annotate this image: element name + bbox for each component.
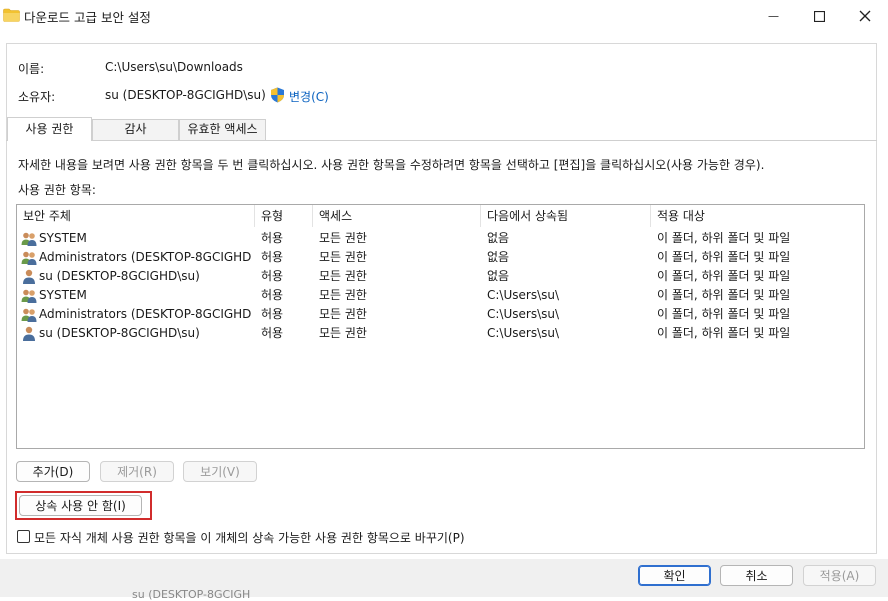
permission-entry-row[interactable]: SYSTEM 허용 모든 권한 C:\Users\su\ 이 폴더, 하위 폴더 및 파…	[17, 286, 864, 305]
owner-value: su (DESKTOP-8GCIGHD\su)	[105, 88, 266, 102]
row-applies-to: 이 폴더, 하위 폴더 및 파일	[657, 250, 791, 264]
replace-child-permissions-label[interactable]: 모든 자식 개체 사용 권한 항목을 이 개체의 상속 가능한 사용 권한 항목…	[34, 529, 465, 546]
user-icon	[23, 269, 35, 284]
column-header-access[interactable]: 액세스	[313, 205, 481, 227]
name-value[interactable]: C:\Users\su\Downloads	[105, 60, 243, 74]
row-principal: su (DESKTOP-8GCIGHD\su)	[39, 326, 200, 340]
info-text: 자세한 내용을 보려면 사용 권한 항목을 두 번 클릭하십시오. 사용 권한 …	[18, 158, 765, 172]
tab-auditing[interactable]: 감사	[92, 119, 179, 140]
row-principal: Administrators (DESKTOP-8GCIGHD\...	[39, 307, 251, 321]
background-window-text: su (DESKTOP-8GCIGH	[132, 588, 251, 601]
row-access: 모든 권한	[319, 288, 367, 302]
group-users-icon	[21, 232, 37, 246]
change-owner-link[interactable]: 변경(C)	[289, 88, 329, 105]
tab-effective-access[interactable]: 유효한 액세스	[179, 119, 266, 140]
row-inherited-from: 없음	[487, 231, 510, 245]
row-applies-to: 이 폴더, 하위 폴더 및 파일	[657, 307, 791, 321]
permission-entry-row[interactable]: su (DESKTOP-8GCIGHD\su) 허용 모든 권한 없음 이 폴더, 하위…	[17, 267, 864, 286]
permission-entry-row[interactable]: su (DESKTOP-8GCIGHD\su) 허용 모든 권한 C:\Users\s…	[17, 324, 864, 343]
disable-inheritance-button[interactable]: 상속 사용 안 함(I)	[19, 495, 142, 516]
maximize-button[interactable]	[796, 0, 842, 32]
row-inherited-from: C:\Users\su\	[487, 288, 560, 302]
permission-entry-row[interactable]: Administrators (DESKTOP-8GCIGHD\... 허용 모든 …	[17, 248, 864, 267]
row-type: 허용	[261, 231, 284, 245]
column-header-type[interactable]: 유형	[255, 205, 313, 227]
permission-entry-row[interactable]: Administrators (DESKTOP-8GCIGHD\... 허용 모든 …	[17, 305, 864, 324]
permission-entries-label: 사용 권한 항목:	[18, 183, 96, 197]
row-principal: SYSTEM	[39, 288, 87, 302]
row-principal: SYSTEM	[39, 231, 87, 245]
row-principal: su (DESKTOP-8GCIGHD\su)	[39, 269, 200, 283]
row-type: 허용	[261, 269, 284, 283]
minimize-icon	[768, 15, 778, 17]
permission-entries-list[interactable]: 보안 주체 유형 액세스 다음에서 상속됨 적용 대상 SYSTEM 허용 모든 권…	[16, 204, 865, 449]
row-applies-to: 이 폴더, 하위 폴더 및 파일	[657, 231, 791, 245]
row-inherited-from: C:\Users\su\	[487, 307, 560, 321]
close-icon	[859, 10, 871, 22]
uac-shield-icon	[271, 87, 284, 103]
row-access: 모든 권한	[319, 250, 367, 264]
row-type: 허용	[261, 307, 284, 321]
column-header-principal[interactable]: 보안 주체	[17, 205, 255, 227]
apply-button[interactable]: 적용(A)	[803, 565, 876, 586]
row-principal: Administrators (DESKTOP-8GCIGHD\...	[39, 250, 251, 264]
cancel-button[interactable]: 취소	[720, 565, 793, 586]
row-applies-to: 이 폴더, 하위 폴더 및 파일	[657, 326, 791, 340]
row-access: 모든 권한	[319, 231, 367, 245]
column-header-applies-to[interactable]: 적용 대상	[651, 205, 864, 227]
add-button[interactable]: 추가(D)	[16, 461, 90, 482]
group-users-icon	[21, 289, 37, 303]
title-bar[interactable]: 다운로드 고급 보안 설정	[0, 0, 888, 32]
remove-button[interactable]: 제거(R)	[100, 461, 174, 482]
row-access: 모든 권한	[319, 307, 367, 321]
tab-divider	[6, 140, 877, 141]
name-label: 이름:	[18, 62, 45, 76]
close-button[interactable]	[842, 0, 888, 32]
row-applies-to: 이 폴더, 하위 폴더 및 파일	[657, 288, 791, 302]
owner-label: 소유자:	[18, 90, 56, 104]
row-type: 허용	[261, 288, 284, 302]
row-type: 허용	[261, 250, 284, 264]
folder-icon	[3, 8, 20, 22]
group-users-icon	[21, 251, 37, 265]
minimize-button[interactable]	[750, 0, 796, 32]
row-access: 모든 권한	[319, 269, 367, 283]
ok-button[interactable]: 확인	[638, 565, 711, 586]
user-icon	[23, 326, 35, 341]
tab-permissions[interactable]: 사용 권한	[7, 117, 92, 141]
maximize-icon	[813, 10, 825, 22]
replace-child-permissions-checkbox[interactable]	[17, 530, 30, 543]
row-type: 허용	[261, 326, 284, 340]
view-button[interactable]: 보기(V)	[183, 461, 257, 482]
group-users-icon	[21, 308, 37, 322]
row-inherited-from: 없음	[487, 269, 510, 283]
row-inherited-from: 없음	[487, 250, 510, 264]
row-applies-to: 이 폴더, 하위 폴더 및 파일	[657, 269, 791, 283]
row-access: 모든 권한	[319, 326, 367, 340]
window-title: 다운로드 고급 보안 설정	[24, 10, 151, 25]
permission-entry-row[interactable]: SYSTEM 허용 모든 권한 없음 이 폴더, 하위 폴더 및 파일	[17, 229, 864, 248]
column-header-inherited-from[interactable]: 다음에서 상속됨	[481, 205, 651, 227]
row-inherited-from: C:\Users\su\	[487, 326, 560, 340]
